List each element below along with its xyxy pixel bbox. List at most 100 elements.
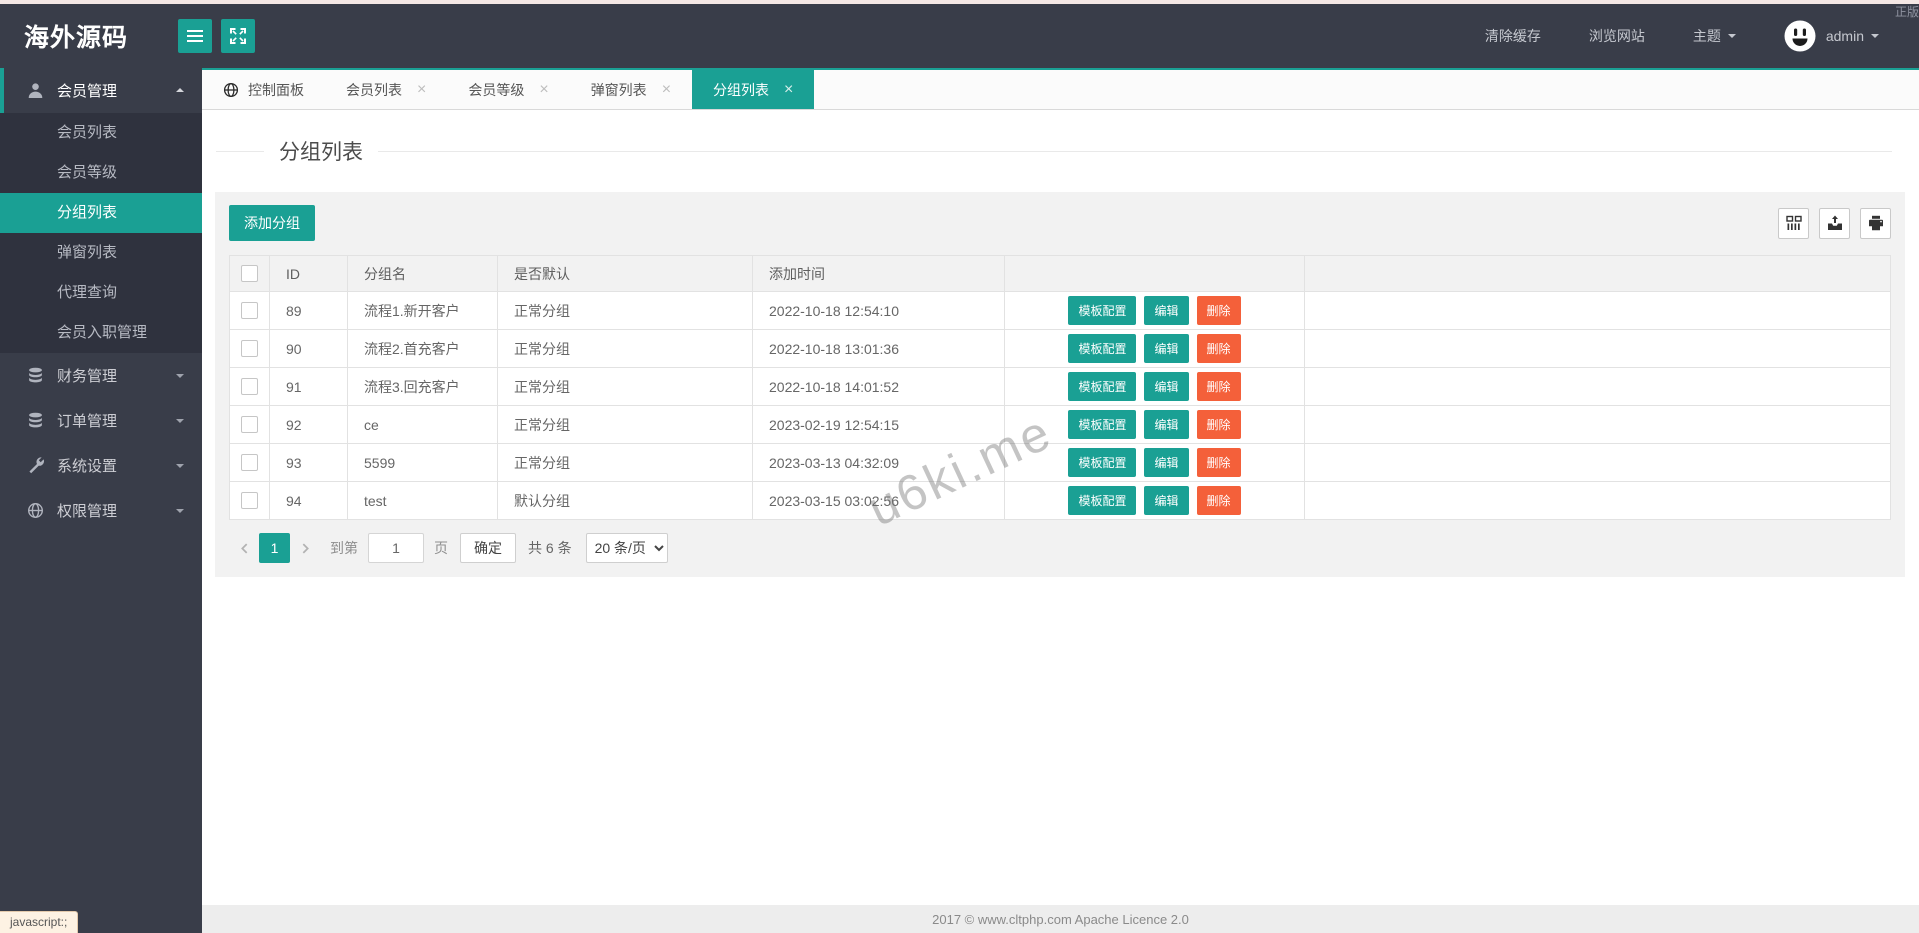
sidebar-item-popup-list[interactable]: 弹窗列表 [0,233,202,273]
delete-button[interactable]: 删除 [1196,448,1241,477]
chevron-down-icon [176,464,184,472]
edit-button[interactable]: 编辑 [1144,296,1189,325]
tab-member-level[interactable]: 会员等级 × [447,70,569,109]
toggle-columns-button[interactable] [1778,207,1809,239]
page-input[interactable] [368,533,424,563]
sidebar-item-permission-management[interactable]: 权限管理 [0,488,202,533]
close-icon[interactable]: × [784,81,793,98]
row-checkbox[interactable] [241,492,258,510]
status-link-preview: javascript:; [0,911,79,933]
delete-button[interactable]: 删除 [1196,486,1241,515]
cell-default: 正常分组 [497,367,753,406]
template-config-button[interactable]: 模板配置 [1068,372,1137,401]
wrench-icon [27,457,44,474]
tab-group-list[interactable]: 分组列表 × [692,70,815,109]
print-button[interactable] [1860,207,1891,239]
edit-button[interactable]: 编辑 [1144,334,1189,363]
table-row: 93 5599 正常分组 2023-03-13 04:32:09 模板配置 编辑 删除 [229,443,1891,482]
screen: 正版 海外源码 清除缓存 浏览网站 主题 admin 会员管理 会员列表 会员等级分… [0,0,1919,933]
delete-button[interactable]: 删除 [1196,334,1241,363]
next-page-button[interactable] [290,533,320,563]
export-button[interactable] [1819,207,1850,239]
fullscreen-button[interactable] [221,19,255,53]
tab-label: 控制面板 [248,81,304,98]
sidebar-toggle-button[interactable] [178,19,212,53]
user-menu[interactable]: admin [1826,28,1879,44]
chevron-up-icon [176,84,184,92]
sidebar-item-member-entry-management[interactable]: 会员入职管理 [0,313,202,353]
template-config-button[interactable]: 模板配置 [1068,486,1137,515]
sidebar-item-group-list[interactable]: 分组列表 [0,193,202,233]
page-number-current[interactable]: 1 [259,533,290,563]
add-group-button[interactable]: 添加分组 [229,205,315,241]
column-header-actions [1004,255,1305,292]
cell-filler [1304,443,1891,482]
sidebar-item-order-management[interactable]: 订单管理 [0,398,202,443]
cell-actions: 模板配置 编辑 删除 [1004,481,1305,520]
sidebar: 会员管理 会员列表 会员等级 分组列表 弹窗列表 代理查询 会员入职管理 财务管理 订单管理系统… [0,68,202,933]
topbar: 海外源码 清除缓存 浏览网站 主题 admin [0,4,1919,68]
tab-label: 会员等级 [468,81,525,98]
close-icon[interactable]: × [662,81,671,98]
page-title: 分组列表 [279,141,363,164]
chevron-down-icon [1871,34,1879,42]
cell-time: 2023-02-19 12:54:15 [752,405,1005,444]
row-checkbox[interactable] [241,340,258,358]
cell-filler [1304,405,1891,444]
edit-button[interactable]: 编辑 [1144,372,1189,401]
cell-id: 89 [269,291,348,330]
per-page-select[interactable]: 20 条/页 [585,533,668,563]
tab-dashboard[interactable]: 控制面板 [202,70,325,109]
confirm-page-button[interactable]: 确定 [460,533,516,563]
template-config-button[interactable]: 模板配置 [1068,296,1137,325]
view-site-link[interactable]: 浏览网站 [1589,26,1645,46]
delete-button[interactable]: 删除 [1196,410,1241,439]
sidebar-item-member-management[interactable]: 会员管理 [0,68,202,113]
row-checkbox[interactable] [241,416,258,434]
sidebar-submenu: 会员列表 会员等级 分组列表 弹窗列表 代理查询 会员入职管理 [0,113,202,353]
template-config-button[interactable]: 模板配置 [1068,334,1137,363]
close-icon[interactable]: × [417,81,426,98]
cell-id: 90 [269,329,348,368]
database-icon [27,367,44,384]
cell-actions: 模板配置 编辑 删除 [1004,291,1305,330]
page-suffix-label: 页 [434,540,448,556]
tab-popup-list[interactable]: 弹窗列表 × [570,70,692,109]
cell-time: 2023-03-15 03:02:56 [752,481,1005,520]
chevron-down-icon [1727,34,1736,42]
avatar[interactable] [1784,20,1816,52]
theme-menu[interactable]: 主题 [1693,26,1736,46]
template-config-button[interactable]: 模板配置 [1068,448,1137,477]
prev-page-button[interactable] [229,533,259,563]
tab-member-list[interactable]: 会员列表 × [325,70,447,109]
cell-time: 2022-10-18 13:01:36 [752,329,1005,368]
sidebar-item-system-settings[interactable]: 系统设置 [0,443,202,488]
column-header: 分组名 [347,255,498,292]
sidebar-item-member-list[interactable]: 会员列表 [0,113,202,153]
cell-time: 2023-03-13 04:32:09 [752,443,1005,482]
row-checkbox[interactable] [241,378,258,396]
row-checkbox[interactable] [241,454,258,472]
clear-cache-link[interactable]: 清除缓存 [1485,26,1541,46]
edit-button[interactable]: 编辑 [1144,448,1189,477]
cell-default: 正常分组 [497,443,753,482]
edit-button[interactable]: 编辑 [1144,486,1189,515]
top-strip [0,0,1919,4]
chevron-right-icon [302,542,309,554]
chevron-down-icon [176,509,184,517]
delete-button[interactable]: 删除 [1196,296,1241,325]
close-icon[interactable]: × [539,81,548,98]
sidebar-item-agent-query[interactable]: 代理查询 [0,273,202,313]
cell-name: 流程2.首充客户 [347,329,498,368]
select-all-checkbox[interactable] [241,265,258,283]
delete-button[interactable]: 删除 [1196,372,1241,401]
table-row: 92 ce 正常分组 2023-02-19 12:54:15 模板配置 编辑 删除 [229,405,1891,444]
edit-button[interactable]: 编辑 [1144,410,1189,439]
export-icon [1827,215,1842,230]
template-config-button[interactable]: 模板配置 [1068,410,1137,439]
sidebar-item-member-level[interactable]: 会员等级 [0,153,202,193]
chevron-down-icon [176,419,184,427]
sidebar-item-label: 系统设置 [57,458,118,475]
sidebar-item-finance-management[interactable]: 财务管理 [0,353,202,398]
row-checkbox[interactable] [241,302,258,320]
